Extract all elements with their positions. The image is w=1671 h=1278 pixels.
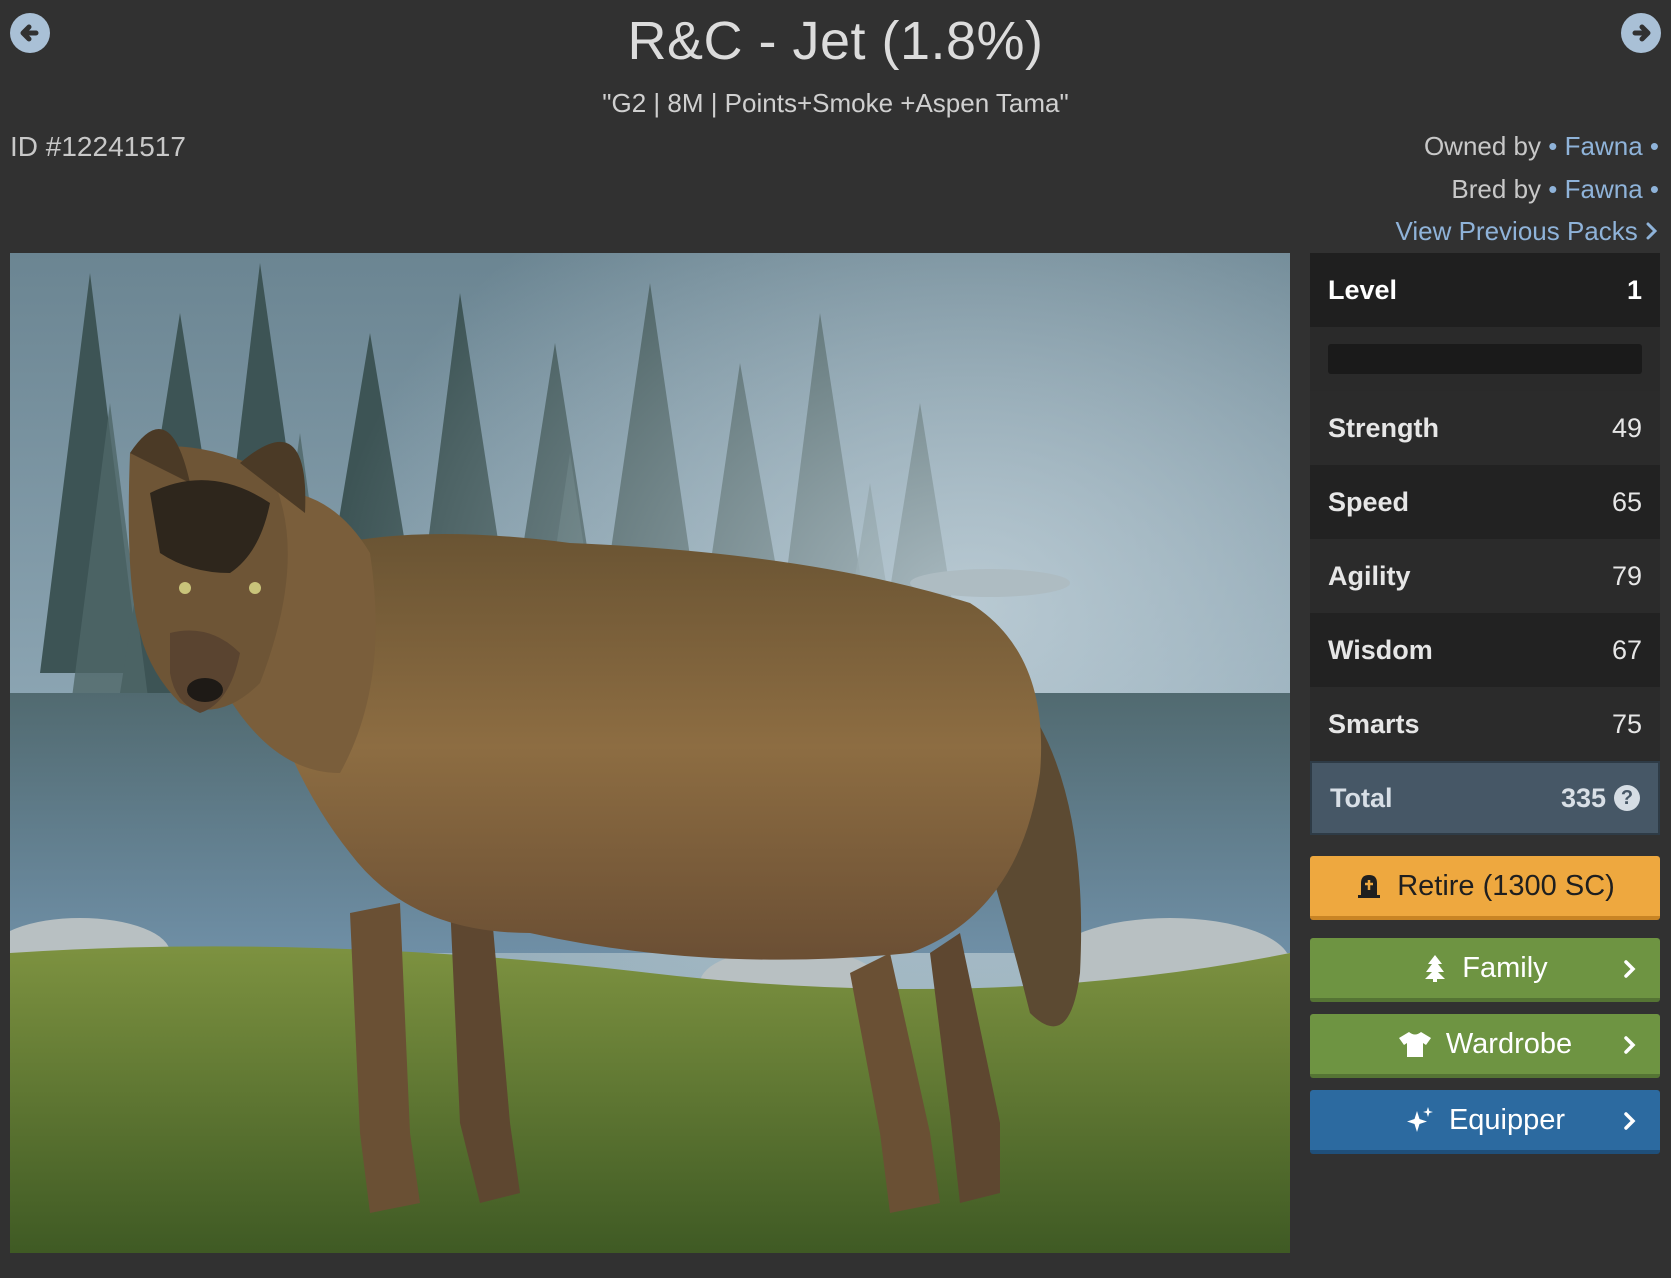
stat-row-wisdom: Wisdom 67: [1310, 613, 1660, 687]
total-value: 335: [1560, 782, 1606, 813]
stat-row-agility: Agility 79: [1310, 539, 1660, 613]
chevron-right-icon: [1624, 1036, 1636, 1054]
stat-label: Agility: [1328, 560, 1411, 591]
wolf-subtitle: "G2 | 8M | Points+Smoke +Aspen Tama": [602, 88, 1069, 118]
wolf-image: [10, 253, 1290, 1253]
stat-label: Smarts: [1328, 708, 1420, 739]
level-label: Level: [1328, 274, 1398, 305]
tree-icon: [1422, 953, 1448, 983]
sparkles-icon: [1405, 1105, 1435, 1135]
wolf-id: ID #12241517: [10, 131, 186, 162]
stat-value: 79: [1611, 560, 1642, 591]
wardrobe-button[interactable]: Wardrobe: [1310, 1014, 1660, 1078]
bred-by-label: Bred by: [1451, 174, 1542, 204]
family-label: Family: [1462, 951, 1548, 984]
level-row: Level 1: [1310, 253, 1660, 327]
stat-label: Speed: [1328, 486, 1410, 517]
chevron-right-icon: [1624, 1112, 1636, 1130]
stat-label: Strength: [1328, 412, 1439, 443]
xp-progress-bar: [1328, 344, 1642, 374]
view-previous-packs-label: View Previous Packs: [1395, 216, 1638, 246]
bred-by: Bred by • Fawna •: [1451, 174, 1659, 204]
level-value: 1: [1626, 274, 1642, 305]
stat-label: Wisdom: [1328, 634, 1433, 665]
stat-row-smarts: Smarts 75: [1310, 687, 1660, 761]
owner-link[interactable]: Fawna: [1565, 131, 1643, 161]
family-button[interactable]: Family: [1310, 938, 1660, 1002]
equipper-label: Equipper: [1448, 1103, 1566, 1136]
stats-panel: Level 1 Strength 49 Speed 65 Agility 79 …: [1310, 253, 1660, 835]
owned-by-label: Owned by: [1423, 131, 1542, 161]
retire-label: Retire (1300 SC): [1397, 869, 1615, 902]
stat-row-strength: Strength 49: [1310, 391, 1660, 465]
xp-row: [1310, 327, 1660, 391]
gravestone-icon: [1355, 872, 1383, 900]
view-previous-packs-link[interactable]: View Previous Packs: [1395, 216, 1659, 247]
wolf-name-title: R&C - Jet (1.8%): [627, 11, 1044, 71]
tshirt-icon: [1398, 1030, 1432, 1058]
total-label: Total: [1330, 782, 1393, 813]
chevron-right-icon: [1624, 960, 1636, 978]
retire-button[interactable]: Retire (1300 SC): [1310, 856, 1660, 920]
stat-value: 49: [1611, 412, 1642, 443]
owned-by: Owned by • Fawna •: [1423, 131, 1659, 161]
stat-row-speed: Speed 65: [1310, 465, 1660, 539]
stat-value: 67: [1611, 634, 1642, 665]
stat-value: 65: [1611, 486, 1642, 517]
stat-value: 75: [1611, 708, 1642, 739]
breeder-link[interactable]: Fawna: [1565, 174, 1643, 204]
chevron-right-icon: [1646, 222, 1658, 240]
wardrobe-label: Wardrobe: [1445, 1027, 1573, 1060]
stat-row-total: Total 335 ?: [1310, 761, 1660, 835]
question-circle-icon[interactable]: ?: [1614, 785, 1640, 811]
equipper-button[interactable]: Equipper: [1310, 1090, 1660, 1154]
